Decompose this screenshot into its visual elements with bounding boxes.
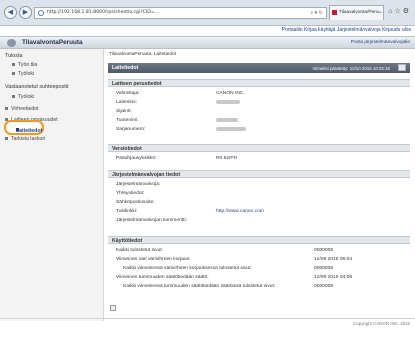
sidebar-item-received-log[interactable]: Työloki [12,94,34,100]
section-header: Laitteen perustiedot [108,79,410,87]
address-bar[interactable]: http://192.168.1.81:8000/rps/sheetlo.cgi… [34,7,327,19]
browser-tab[interactable]: Tilaavalvonta/Peru... × [329,5,384,20]
row-label: Kaikki tulostetut sivut: [116,247,164,253]
table-row: Järjestelmänvalvojan kommentti: [108,216,410,225]
top-links-bar: Portaaliin Kirjaa käyttäjä Järjestelmänv… [0,26,415,36]
row-label: Tuotenimi: [116,117,139,123]
row-label: Järjestelmänvalvojan kommentti: [116,217,187,223]
sidebar-heading-received: Vastaanotetut suhteepostit [5,84,69,90]
bullet-icon [5,107,8,111]
tab-title: Tilaavalvonta/Peru... [339,10,383,15]
close-tab-icon[interactable]: × [378,6,381,20]
sidebar-item-device-info[interactable]: Laitetiedot [4,120,44,135]
table-row: Tukilinkki: http://www.canon.com [108,207,410,216]
row-label: Laitenimi: [116,99,137,105]
last-updated: Viimeksi päivitetty: 12/10 2015 10:32:16 [312,65,390,71]
section-header: Käyttötiedot [108,236,410,244]
table-row: Kaikki tulostetut sivut: 0000008 [108,246,410,255]
row-label: Sarjanumero: [116,126,146,132]
table-row: Kaikki viimeisessä tummuuden säätötiedää… [108,282,410,291]
row-value: R0.52/PH [216,155,238,161]
table-row: Viimeinen tummuuden säätötiedään säätö: … [108,273,410,282]
row-value: 12/09 2015 04:06 [314,274,353,280]
row-value: 0000008 [314,265,334,271]
scroll-top-icon[interactable] [110,305,116,311]
table-row: Järjestelmänvalvoja: [108,180,410,189]
footer-divider [0,318,415,319]
table-row: Laitenimi: [108,98,410,107]
row-label: Tukilinkki: [116,208,138,214]
canon-favicon-icon [332,10,337,15]
status-monitor-icon [7,39,16,47]
redacted-value [216,117,238,123]
table-row: Yhteystiedot: [108,189,410,198]
section-title: Käyttötiedot [112,238,143,244]
sidebar-item-label: Laitetiedot [16,128,43,134]
section-title: Versiotiedot [112,146,142,152]
breadcrumb: TilavalvontaPeruuta: Laitetiedot [109,52,177,57]
redacted-value [216,126,246,132]
table-row: Kaikki viimeisessä värivirheen korjaukse… [108,264,410,273]
sidebar-item-label: Tarkista laskuri [11,136,46,142]
bullet-icon [5,137,8,141]
browser-chrome: ◀ ▶ http://192.168.1.81:8000/rps/sheetlo… [0,0,415,26]
sidebar-item-label: Työloki [18,94,35,100]
bullet-icon [12,72,15,76]
row-value: CANON INC. [216,90,245,96]
row-label: Viimeinen tummuuden säätötiedään säätö: [116,274,209,280]
row-label: Yhteystiedot: [116,190,145,196]
sidebar-item-check-counter[interactable]: Tarkista laskuri [5,136,45,142]
row-value: 0000008 [314,247,334,253]
row-label: Sähköpostiosoite: [116,199,155,205]
row-value: 0000008 [314,283,334,289]
section-title: Laitteen perustiedot [112,81,162,87]
browser-toolbar-icons[interactable]: ⌂☆⚙ [388,7,411,15]
section-header: Järjestelmänvalvojan tiedot [108,170,410,178]
sidebar-item-error-info[interactable]: Virheetiedot [5,106,39,112]
portal-links[interactable]: Portaaliin Kirjaa käyttäjä Järjestelmänv… [282,27,411,33]
support-link-text[interactable]: http://www.canon.com [216,209,264,214]
sidebar: Tulosta Työn tila Työloki Vastaanotetut … [0,49,104,321]
app-header: TilavalvontaPeruuta Posta järjestelmänva… [0,36,415,49]
address-text: http://192.168.1.81:8000/rps/sheetlo.cgi… [47,10,159,15]
copyright: Copyright CANON INC. 2015 [353,321,410,326]
page-title-bar: Laitetiedot Viimeksi päivitetty: 12/10 2… [108,63,410,73]
row-label: Sijainti: [116,108,132,114]
bullet-icon [12,95,15,99]
section-title: Järjestelmänvalvojan tiedot [112,172,181,178]
sidebar-item-label: Työn tila [18,62,38,68]
row-label: Kaikki viimeisessä värivirheen korjaukse… [123,265,252,271]
row-label: Valmistaja: [116,90,140,96]
forward-button[interactable]: ▶ [19,6,32,19]
table-row: Sijainti: [108,107,410,116]
section-header: Versiotiedot [108,144,410,152]
bullet-icon [12,63,15,67]
row-label: Pääohjausyksikkö: [116,155,157,161]
row-value: 12/09 2015 06:04 [314,256,353,262]
sidebar-item-job-log[interactable]: Työloki [12,71,34,77]
sidebar-item-label: Työloki [18,71,35,77]
search-refresh-icon[interactable]: ⌕ ▾ ↻ [310,8,323,18]
redacted-value [216,99,240,105]
table-row: Valmistaja: CANON INC. [108,89,410,98]
globe-icon [38,10,44,16]
table-row: Sarjanumero: [108,125,410,134]
mail-admin-link[interactable]: Posta järjestelmänvalvojalle [351,40,410,45]
page-title: Laitetiedot [112,65,139,71]
app-title: TilavalvontaPeruuta [22,39,83,46]
row-label: Järjestelmänvalvoja: [116,181,161,187]
row-label: Viimeinen väri värivihreen korjaus: [116,256,191,262]
sidebar-item-label: Virheetiedot [11,106,39,112]
table-row: Sähköpostiosoite: [108,198,410,207]
table-row: Pääohjausyksikkö: R0.52/PH [108,154,410,163]
support-link[interactable]: http://www.canon.com [216,209,264,214]
sidebar-heading-print: Tulosta [5,53,23,59]
table-row: Viimeinen väri värivihreen korjaus: 12/0… [108,255,410,264]
sidebar-item-job-status[interactable]: Työn tila [12,62,37,68]
table-row: Tuotenimi: [108,116,410,125]
back-button[interactable]: ◀ [4,6,17,19]
refresh-icon[interactable] [398,64,406,71]
row-label: Kaikki viimeisessä tummuuden säätötiedää… [123,283,276,289]
